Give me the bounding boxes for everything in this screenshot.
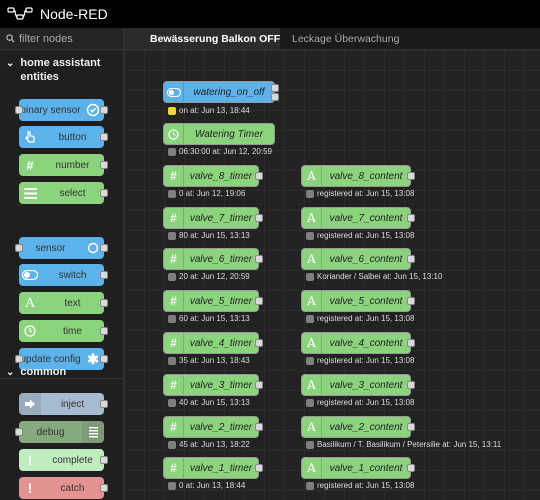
flow-node-valve-7-timer[interactable]: # valve_7_timer [163, 207, 263, 229]
hash-icon: # [26, 157, 34, 173]
header-bar: Node-RED [0, 0, 540, 28]
text-font-icon: A [302, 333, 322, 353]
palette-node-select[interactable]: select [19, 182, 108, 204]
flow-node-valve-7-content[interactable]: A valve_7_content [301, 207, 415, 229]
category-home-assistant-entities[interactable]: ⌄ home assistant entities [0, 52, 123, 88]
node-status: 06:30:00 at: Jun 12, 20:59 [168, 147, 272, 156]
palette-filter-input[interactable] [19, 32, 119, 45]
workspace-tabs: Bewässerung Balkon OFF22 Leckage Überwac… [124, 28, 540, 50]
tab-bewaesserung-balkon[interactable]: Bewässerung Balkon OFF22 [124, 28, 280, 49]
node-status: 60 at: Jun 15, 13:13 [168, 314, 250, 323]
flow-node-valve-5-timer[interactable]: # valve_5_timer [163, 290, 263, 312]
node-status: registered at: Jun 15, 13:08 [306, 189, 414, 198]
flow-node-watering-timer[interactable]: Watering Timer [163, 123, 275, 145]
hash-icon: # [164, 208, 184, 228]
exclamation-icon: ! [27, 452, 33, 468]
flow-node-valve-8-timer[interactable]: # valve_8_timer [163, 165, 263, 187]
app-title: Node-RED [40, 6, 108, 22]
text-font-icon: A [302, 375, 322, 395]
palette-node-debug[interactable]: debug [15, 421, 104, 443]
flow-node-valve-8-content[interactable]: A valve_8_content [301, 165, 415, 187]
hash-icon: # [164, 166, 184, 186]
text-font-icon: A [302, 249, 322, 269]
chevron-down-icon: ⌄ [6, 58, 15, 69]
text-font-icon: A [302, 166, 322, 186]
node-palette: ⌄ home assistant entities binary sensor … [0, 28, 124, 500]
chevron-down-icon: ⌄ [6, 367, 15, 378]
flow-node-watering-on-off[interactable]: watering_on_off [163, 81, 279, 103]
pointer-hand-icon [19, 126, 41, 148]
palette-node-time[interactable]: time [19, 320, 108, 342]
status-dot [168, 147, 176, 156]
flow-node-valve-2-timer[interactable]: # valve_2_timer [163, 416, 263, 438]
node-status: registered at: Jun 15, 13:08 [306, 481, 414, 490]
hash-icon: # [164, 249, 184, 269]
node-status: on at: Jun 13, 18:44 [168, 106, 250, 115]
hash-icon: # [164, 375, 184, 395]
flow-node-valve-5-content[interactable]: A valve_5_content [301, 290, 415, 312]
flow-node-valve-4-content[interactable]: A valve_4_content [301, 332, 415, 354]
flow-node-valve-3-content[interactable]: A valve_3_content [301, 374, 415, 396]
clock-icon [164, 124, 184, 144]
text-font-icon: A [302, 458, 322, 478]
exclamation-icon: ! [27, 480, 33, 496]
node-status: 0 at: Jun 12, 19:06 [168, 189, 245, 198]
palette-search [0, 28, 123, 50]
node-status: 20 at: Jun 12, 20:59 [168, 272, 250, 281]
node-status: 40 at: Jun 15, 13:13 [168, 398, 250, 407]
search-icon [6, 30, 15, 48]
hash-icon: # [164, 291, 184, 311]
flow-workspace[interactable]: watering_on_off on at: Jun 13, 18:44 Wat… [124, 50, 540, 500]
toggle-icon [164, 82, 184, 102]
node-status: registered at: Jun 15, 13:08 [306, 398, 414, 407]
node-status: registered at: Jun 15, 13:08 [306, 356, 414, 365]
node-status: registered at: Jun 15, 13:08 [306, 314, 414, 323]
node-status: Koriander / Salbei at: Jun 15, 13:10 [306, 272, 442, 281]
flow-node-valve-1-timer[interactable]: # valve_1_timer [163, 457, 263, 479]
node-status: Basilikum / T. Basilikum / Petersilie at… [306, 440, 501, 449]
text-font-icon: A [302, 291, 322, 311]
flow-node-valve-3-timer[interactable]: # valve_3_timer [163, 374, 263, 396]
hash-icon: # [164, 458, 184, 478]
palette-node-switch[interactable]: switch [19, 264, 108, 286]
node-status: registered at: Jun 15, 13:08 [306, 231, 414, 240]
text-font-icon: A [25, 295, 35, 311]
category-common[interactable]: ⌄ common [0, 361, 123, 384]
list-icon [19, 182, 41, 204]
palette-node-binary-sensor[interactable]: binary sensor [15, 99, 108, 121]
text-font-icon: A [302, 208, 322, 228]
flow-node-valve-2-content[interactable]: A valve_2_content [301, 416, 415, 438]
flow-node-valve-4-timer[interactable]: # valve_4_timer [163, 332, 263, 354]
palette-node-text[interactable]: A text [19, 292, 108, 314]
clock-icon [19, 320, 41, 342]
palette-node-number[interactable]: # number [19, 154, 108, 176]
node-status: 0 at: Jun 13, 18:44 [168, 481, 245, 490]
palette-node-button[interactable]: button [19, 126, 108, 148]
palette-node-sensor[interactable]: sensor [15, 237, 108, 259]
palette-node-inject[interactable]: inject [19, 393, 108, 415]
palette-node-complete[interactable]: ! complete [19, 449, 108, 471]
debug-list-icon [82, 421, 104, 443]
flow-node-valve-6-timer[interactable]: # valve_6_timer [163, 248, 263, 270]
status-dot [168, 106, 176, 115]
node-status: 80 at: Jun 15, 13:13 [168, 231, 250, 240]
node-status: 45 at: Jun 13, 18:22 [168, 440, 250, 449]
flow-node-valve-1-content[interactable]: A valve_1_content [301, 457, 415, 479]
flow-node-valve-6-content[interactable]: A valve_6_content [301, 248, 415, 270]
node-status: 35 at: Jun 13, 18:43 [168, 356, 250, 365]
text-font-icon: A [302, 417, 322, 437]
hash-icon: # [164, 417, 184, 437]
node-red-logo-icon [0, 0, 40, 28]
inject-arrow-icon [19, 393, 41, 415]
tab-leckage-ueberwachung[interactable]: Leckage Überwachung [280, 28, 420, 49]
hash-icon: # [164, 333, 184, 353]
toggle-icon [19, 264, 41, 286]
palette-node-catch[interactable]: ! catch [19, 477, 108, 499]
